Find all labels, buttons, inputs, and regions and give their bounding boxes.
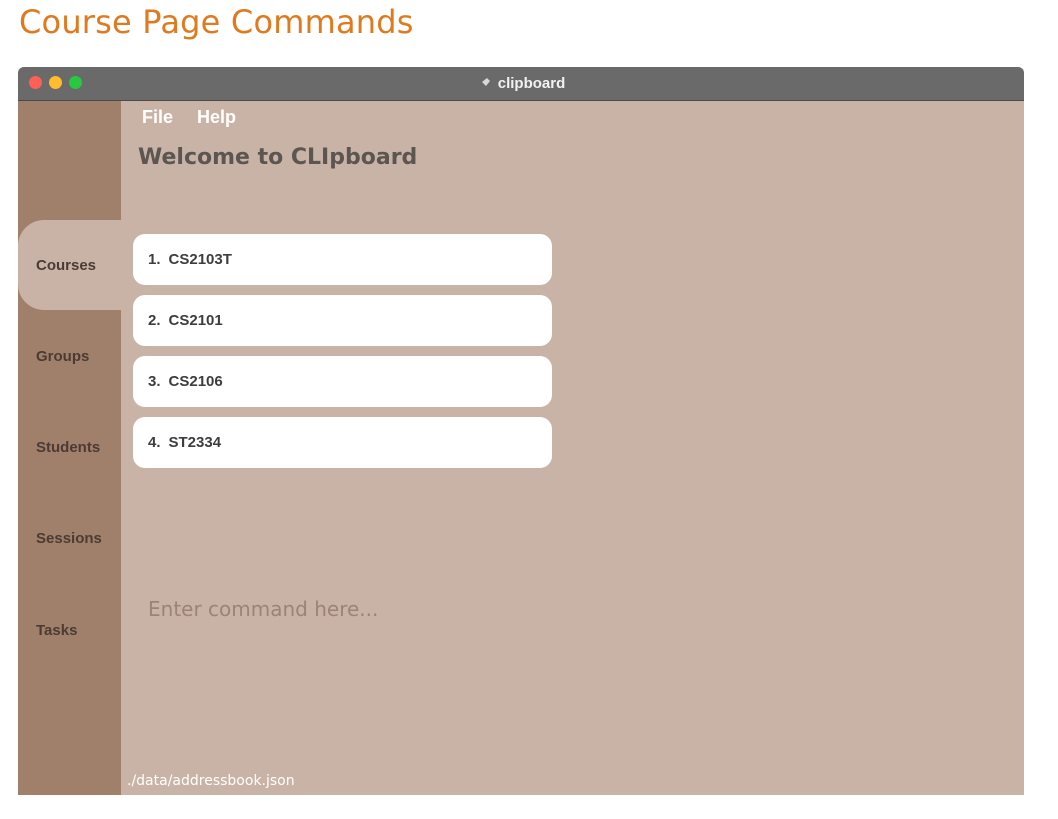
sidebar-item-label: Groups bbox=[36, 347, 90, 365]
course-card[interactable]: 2. CS2101 bbox=[133, 295, 552, 346]
course-code: ST2334 bbox=[168, 434, 222, 451]
menu-help[interactable]: Help bbox=[197, 107, 236, 128]
sidebar: Courses Groups Students Sessions Tasks bbox=[18, 101, 126, 795]
command-input[interactable] bbox=[138, 589, 1024, 629]
sidebar-item-label: Students bbox=[36, 438, 101, 456]
course-card[interactable]: 3. CS2106 bbox=[133, 356, 552, 407]
sidebar-item-sessions[interactable]: Sessions bbox=[18, 493, 121, 583]
course-card[interactable]: 4. ST2334 bbox=[133, 417, 552, 468]
sidebar-item-groups[interactable]: Groups bbox=[18, 311, 121, 401]
sidebar-item-label: Courses bbox=[36, 256, 97, 274]
course-code: CS2103T bbox=[168, 251, 232, 268]
window-title-group: clipboard bbox=[18, 67, 1024, 100]
app-window: clipboard Courses Groups Students Sessio… bbox=[18, 67, 1024, 795]
course-index: 1. bbox=[148, 251, 161, 268]
sidebar-item-label: Tasks bbox=[36, 621, 78, 639]
sidebar-item-students[interactable]: Students bbox=[18, 402, 121, 492]
course-card[interactable]: 1. CS2103T bbox=[133, 234, 552, 285]
pin-icon bbox=[478, 77, 490, 89]
course-code: CS2101 bbox=[168, 312, 223, 329]
welcome-message: Welcome to CLIpboard bbox=[138, 145, 418, 170]
sidebar-item-label: Sessions bbox=[36, 529, 102, 547]
course-index: 2. bbox=[148, 312, 161, 329]
menu-bar: File Help bbox=[142, 107, 236, 128]
course-index: 4. bbox=[148, 434, 161, 451]
course-code: CS2106 bbox=[168, 373, 223, 390]
status-bar-path: ./data/addressbook.json bbox=[127, 773, 295, 789]
title-bar: clipboard bbox=[18, 67, 1024, 101]
menu-file[interactable]: File bbox=[142, 107, 173, 128]
page-heading: Course Page Commands bbox=[19, 3, 414, 41]
course-index: 3. bbox=[148, 373, 161, 390]
window-title: clipboard bbox=[497, 75, 566, 92]
sidebar-item-courses[interactable]: Courses bbox=[18, 220, 126, 310]
sidebar-item-tasks[interactable]: Tasks bbox=[18, 585, 121, 675]
